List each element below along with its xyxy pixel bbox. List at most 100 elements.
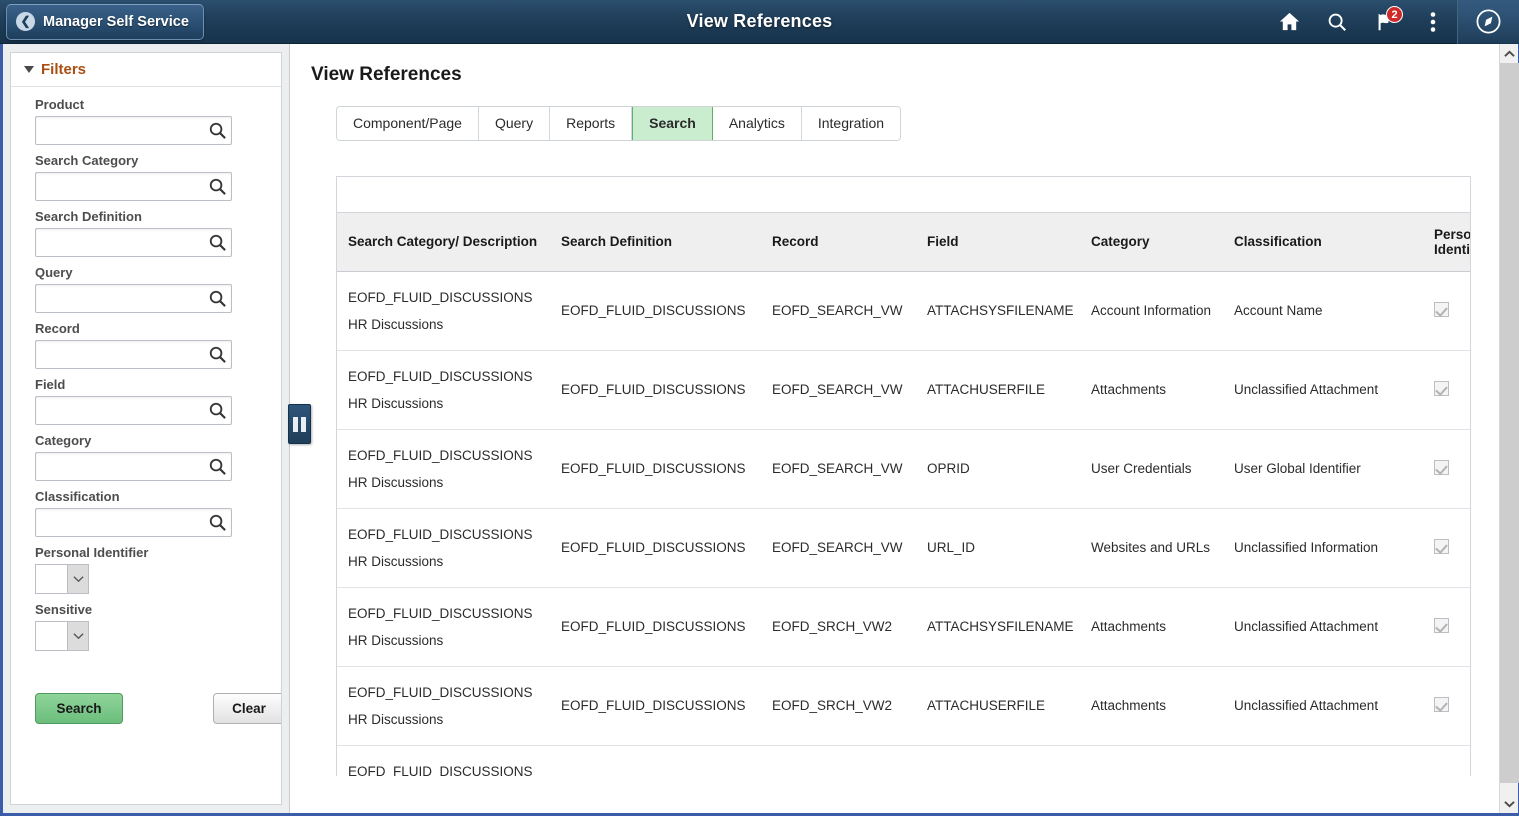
col-classification[interactable]: Classification	[1223, 213, 1423, 271]
cell-search-category: EOFD_FLUID_DISCUSSIONS	[348, 284, 540, 311]
sensitive-select[interactable]	[35, 621, 89, 651]
search-definition-label: Search Definition	[35, 209, 257, 224]
query-lookup-icon[interactable]	[208, 289, 227, 308]
actions-menu-icon[interactable]	[1409, 0, 1457, 44]
cell-search-category: EOFD_FLUID_DISCUSSIONS	[348, 600, 540, 627]
search-category-input[interactable]	[35, 172, 232, 201]
cell-personal-identifier	[1423, 508, 1471, 587]
product-input[interactable]	[35, 116, 232, 145]
record-field	[35, 340, 232, 369]
scroll-up-arrow-icon[interactable]	[1500, 44, 1518, 63]
table-row[interactable]: EOFD_FLUID_DISCUSSIONS HR Discussions EO…	[337, 508, 1471, 587]
cell-description: HR Discussions	[348, 390, 540, 417]
col-personal-identifier[interactable]: Personal Identifier	[1423, 213, 1471, 271]
home-icon[interactable]	[1265, 0, 1313, 44]
personal-identifier-label: Personal Identifier	[35, 545, 257, 560]
cell-description: HR Discussions	[348, 311, 540, 338]
cell-personal-identifier	[1423, 271, 1471, 350]
record-label: Record	[35, 321, 257, 336]
classification-input[interactable]	[35, 508, 232, 537]
table-row[interactable]: EOFD_FLUID_DISCUSSIONS HR Discussions EO…	[337, 350, 1471, 429]
product-lookup-icon[interactable]	[208, 121, 227, 140]
tab-component-page[interactable]: Component/Page	[337, 107, 479, 140]
table-row[interactable]: EOFD_FLUID_DISCUSSIONS HR Discussions EO…	[337, 666, 1471, 745]
field-field	[35, 396, 232, 425]
field-lookup-icon[interactable]	[208, 401, 227, 420]
handle-bar-right	[301, 417, 306, 432]
search-button[interactable]: Search	[35, 693, 123, 724]
category-field	[35, 452, 232, 481]
record-input[interactable]	[35, 340, 232, 369]
cell-description: HR Discussions	[348, 706, 540, 733]
scrollbar-thumb[interactable]	[1500, 63, 1519, 783]
notifications-flag-icon[interactable]: 2	[1361, 0, 1409, 44]
cell-description: HR Discussions	[348, 548, 540, 575]
search-definition-input[interactable]	[35, 228, 232, 257]
filters-panel: Filters Product Search Category	[3, 44, 290, 813]
cell-record: EOFD_SRCH_VW2	[761, 745, 916, 776]
cell-field: OPRID	[916, 429, 1080, 508]
chevron-down-icon	[67, 565, 88, 593]
col-category[interactable]: Category	[1080, 213, 1223, 271]
tab-reports[interactable]: Reports	[550, 107, 632, 140]
cell-classification: Unclassified Attachment	[1223, 587, 1423, 666]
category-lookup-icon[interactable]	[208, 457, 227, 476]
field-input[interactable]	[35, 396, 232, 425]
cell-personal-identifier	[1423, 350, 1471, 429]
cell-search-category-description: EOFD_FLUID_DISCUSSIONS HR Discussions	[337, 429, 550, 508]
cell-search-category: EOFD_FLUID_DISCUSSIONS	[348, 758, 540, 777]
tab-search[interactable]: Search	[632, 107, 713, 140]
personal-identifier-select[interactable]	[35, 564, 89, 594]
cell-description: HR Discussions	[348, 469, 540, 496]
clear-button[interactable]: Clear	[213, 693, 282, 724]
cell-record: EOFD_SEARCH_VW	[761, 271, 916, 350]
query-input[interactable]	[35, 284, 232, 313]
cell-search-definition: EOFD_FLUID_DISCUSSIONS	[550, 508, 761, 587]
filters-title: Filters	[41, 61, 86, 78]
search-definition-lookup-icon[interactable]	[208, 233, 227, 252]
page-title: View References	[311, 64, 1506, 86]
search-category-field	[35, 172, 232, 201]
search-icon[interactable]	[1313, 0, 1361, 44]
col-record[interactable]: Record	[761, 213, 916, 271]
scroll-down-arrow-icon[interactable]	[1500, 794, 1519, 813]
cell-search-definition: EOFD_FLUID_DISCUSSIONS	[550, 350, 761, 429]
cell-field: OPRID	[916, 745, 1080, 776]
navbar-compass-icon[interactable]	[1457, 0, 1519, 44]
chevron-down-icon	[67, 622, 88, 650]
cell-category: User Credentials	[1080, 745, 1223, 776]
table-row[interactable]: EOFD_FLUID_DISCUSSIONS HR Discussions EO…	[337, 745, 1471, 776]
col-search-category-description[interactable]: Search Category/ Description	[337, 213, 550, 271]
cell-search-category: EOFD_FLUID_DISCUSSIONS	[348, 442, 540, 469]
cell-search-definition: EOFD_FLUID_DISCUSSIONS	[550, 271, 761, 350]
grid-toolbar	[337, 177, 1470, 213]
cell-search-category-description: EOFD_FLUID_DISCUSSIONS HR Discussions	[337, 350, 550, 429]
table-row[interactable]: EOFD_FLUID_DISCUSSIONS HR Discussions EO…	[337, 587, 1471, 666]
col-search-definition[interactable]: Search Definition	[550, 213, 761, 271]
page-vertical-scrollbar[interactable]	[1499, 44, 1518, 813]
personal-identifier-value	[36, 565, 67, 593]
cell-category: Attachments	[1080, 350, 1223, 429]
collapse-filters-handle[interactable]	[288, 404, 311, 444]
cell-classification: Unclassified Attachment	[1223, 350, 1423, 429]
personal-identifier-checkbox	[1434, 381, 1449, 396]
chevron-left-icon: ❮	[16, 12, 35, 31]
table-row[interactable]: EOFD_FLUID_DISCUSSIONS HR Discussions EO…	[337, 429, 1471, 508]
classification-field	[35, 508, 232, 537]
tab-integration[interactable]: Integration	[802, 107, 900, 140]
record-lookup-icon[interactable]	[208, 345, 227, 364]
category-input[interactable]	[35, 452, 232, 481]
search-category-lookup-icon[interactable]	[208, 177, 227, 196]
tab-analytics[interactable]: Analytics	[713, 107, 802, 140]
tab-query[interactable]: Query	[479, 107, 550, 140]
back-to-manager-self-service-button[interactable]: ❮ Manager Self Service	[6, 4, 204, 40]
app-header: ❮ Manager Self Service View References 2	[0, 0, 1519, 44]
filters-section-toggle[interactable]: Filters	[11, 53, 281, 87]
cell-field: URL_ID	[916, 508, 1080, 587]
col-field[interactable]: Field	[916, 213, 1080, 271]
grid-header-row: Search Category/ Description Search Defi…	[337, 213, 1471, 271]
col-label-search-category: Search Category/ Description	[348, 234, 537, 249]
cell-record: EOFD_SEARCH_VW	[761, 508, 916, 587]
table-row[interactable]: EOFD_FLUID_DISCUSSIONS HR Discussions EO…	[337, 271, 1471, 350]
classification-lookup-icon[interactable]	[208, 513, 227, 532]
